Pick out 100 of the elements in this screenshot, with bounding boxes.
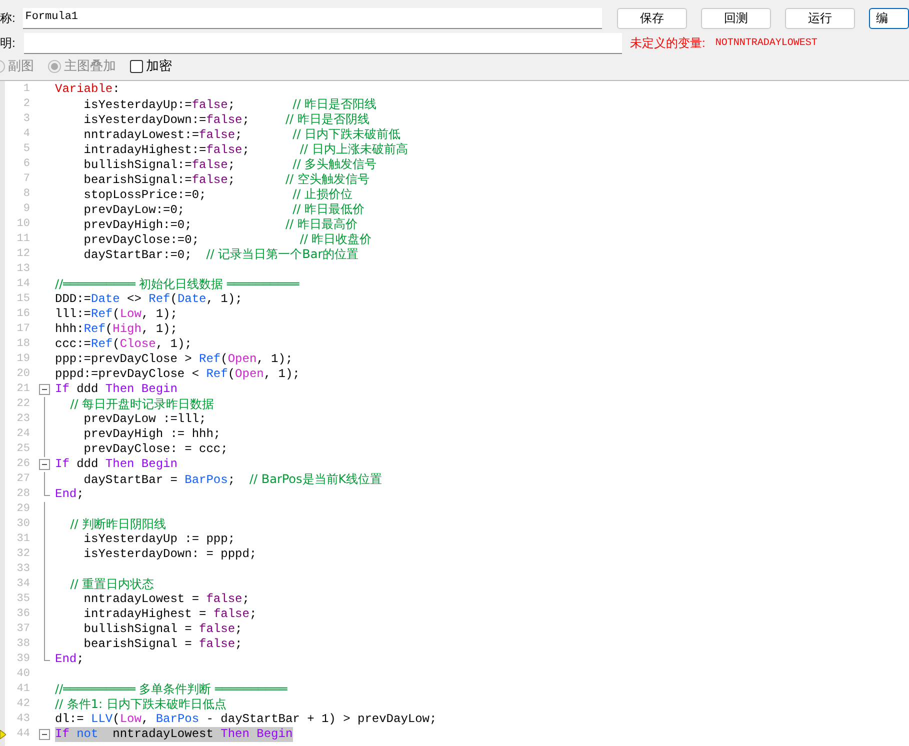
line-number: 40: [16, 667, 30, 682]
code-line: prevDayClose: = ccc;: [82, 442, 228, 457]
code-line: pppd:=prevDayClose < Ref(Open, 1);: [55, 367, 300, 382]
code-line: ccc:=Ref(Close, 1);: [55, 337, 192, 352]
collapse-icon[interactable]: [39, 384, 50, 395]
line-number: 3: [22, 112, 30, 127]
code-line: prevDayLow :=lll;: [82, 412, 206, 427]
line-number: 21: [16, 382, 30, 397]
fold-guide-line: [44, 472, 45, 487]
current-line-arrow-icon: [0, 730, 6, 739]
line-number: 32: [16, 547, 30, 562]
code-line: prevDayLow:=0; // 昨日最低价: [82, 202, 365, 217]
code-line: bearishSignal = false;: [82, 637, 242, 652]
code-line: bullishSignal = false;: [82, 622, 242, 637]
line-number: 22: [16, 397, 30, 412]
option-label: 加密: [146, 57, 172, 76]
line-number: 1: [22, 82, 30, 97]
line-number: 35: [16, 592, 30, 607]
line-number: 12: [16, 247, 30, 262]
line-number: 8: [22, 187, 30, 202]
collapse-icon[interactable]: [39, 729, 50, 740]
code-line: hhh:Ref(High, 1);: [55, 322, 178, 337]
code-line: // 判断昨日阴阳线: [69, 517, 166, 532]
toolbar-button[interactable]: 运行: [785, 8, 855, 28]
name-field[interactable]: Formula1: [23, 8, 602, 28]
line-number: 25: [16, 442, 30, 457]
checkbox[interactable]: [130, 60, 143, 72]
code-line: prevDayHigh := hhh;: [82, 427, 221, 442]
collapse-icon[interactable]: [39, 459, 50, 470]
description-field[interactable]: [24, 32, 622, 54]
line-number: 30: [16, 517, 30, 532]
line-number: 17: [16, 322, 30, 337]
line-number: 39: [16, 652, 30, 667]
line-number: 43: [16, 712, 30, 727]
code-line: prevDayHigh:=0; // 昨日最高价: [82, 217, 358, 232]
line-number: 19: [16, 352, 30, 367]
line-number: 28: [16, 487, 30, 502]
code-line: stopLossPrice:=0; // 止损价位: [82, 187, 353, 202]
code-line: dayStartBar:=0; // 记录当日第一个Bar的位置: [82, 247, 359, 262]
line-number: 14: [16, 277, 30, 292]
code-line: intradayHighest:=false; // 日内上涨未破前高: [82, 142, 408, 157]
code-line: isYesterdayDown:=false; // 昨日是否阴线: [82, 112, 370, 127]
code-line: dl:= LLV(Low, BarPos - dayStartBar + 1) > prevDayLow;: [55, 712, 437, 727]
code-line: //══════════ 初始化日线数据 ══════════: [55, 277, 300, 292]
line-number: 38: [16, 637, 30, 652]
code-line: //══════════ 多单条件判断 ══════════: [55, 682, 288, 697]
line-number: 4: [22, 127, 30, 142]
line-number: 16: [16, 307, 30, 322]
line-number: 37: [16, 622, 30, 637]
code-line: isYesterdayDown: = pppd;: [82, 547, 257, 562]
line-number: 10: [16, 217, 30, 232]
line-number: 41: [16, 682, 30, 697]
line-number: 9: [22, 202, 30, 217]
line-number: 7: [22, 172, 30, 187]
code-line: // 条件1: 日内下跌未破昨日低点: [55, 697, 226, 712]
line-number: 29: [16, 502, 30, 517]
code-line: If ddd Then Begin: [55, 382, 178, 397]
error-variable: NOTNNTRADAYLOWEST: [715, 36, 818, 50]
option-label: 副图: [8, 57, 34, 76]
toolbar-button[interactable]: 保存: [617, 8, 687, 28]
option-label: 主图叠加: [64, 57, 116, 76]
code-line: bearishSignal:=false; // 空头触发信号: [82, 172, 370, 187]
code-line: bullishSignal:=false; // 多头触发信号: [82, 157, 377, 172]
line-number: 27: [16, 472, 30, 487]
code-editor[interactable]: [0, 80, 909, 746]
line-number: 36: [16, 607, 30, 622]
code-line: ppp:=prevDayClose > Ref(Open, 1);: [55, 352, 293, 367]
description-label: 明:: [0, 35, 16, 52]
toolbar-button[interactable]: 回测: [701, 8, 771, 28]
code-line: nntradayLowest = false;: [82, 592, 250, 607]
code-line: Variable:: [55, 82, 120, 97]
line-number: 11: [16, 232, 30, 247]
line-number: 26: [16, 457, 30, 472]
line-number: 42: [16, 697, 30, 712]
error-label: 未定义的变量:: [630, 35, 706, 52]
line-number: 31: [16, 532, 30, 547]
toolbar-button[interactable]: 编: [869, 8, 909, 28]
code-line: nntradayLowest:=false; // 日内下跌未破前低: [82, 127, 401, 142]
name-label: 称:: [0, 10, 16, 27]
code-line: // 重置日内状态: [69, 577, 154, 592]
line-number: 24: [16, 427, 30, 442]
code-line: End;: [55, 652, 84, 667]
line-number: 5: [22, 142, 30, 157]
line-number: 13: [16, 262, 30, 277]
code-line: // 每日开盘时记录昨日数据: [69, 397, 214, 412]
code-line: DDD:=Date <> Ref(Date, 1);: [55, 292, 242, 307]
line-number: 33: [16, 562, 30, 577]
code-line: isYesterdayUp := ppp;: [82, 532, 236, 547]
line-number: 44: [16, 727, 30, 742]
code-line: prevDayClose:=0; // 昨日收盘价: [82, 232, 372, 247]
line-number: 23: [16, 412, 30, 427]
code-line: End;: [55, 487, 84, 502]
code-line: If ddd Then Begin: [55, 457, 178, 472]
line-number: 18: [16, 337, 30, 352]
line-number: 15: [16, 292, 30, 307]
line-number: 20: [16, 367, 30, 382]
line-number: 2: [22, 97, 30, 112]
code-line: isYesterdayUp:=false; // 昨日是否阳线: [82, 97, 377, 112]
code-line: intradayHighest = false;: [82, 607, 257, 622]
code-line: lll:=Ref(Low, 1);: [55, 307, 178, 322]
